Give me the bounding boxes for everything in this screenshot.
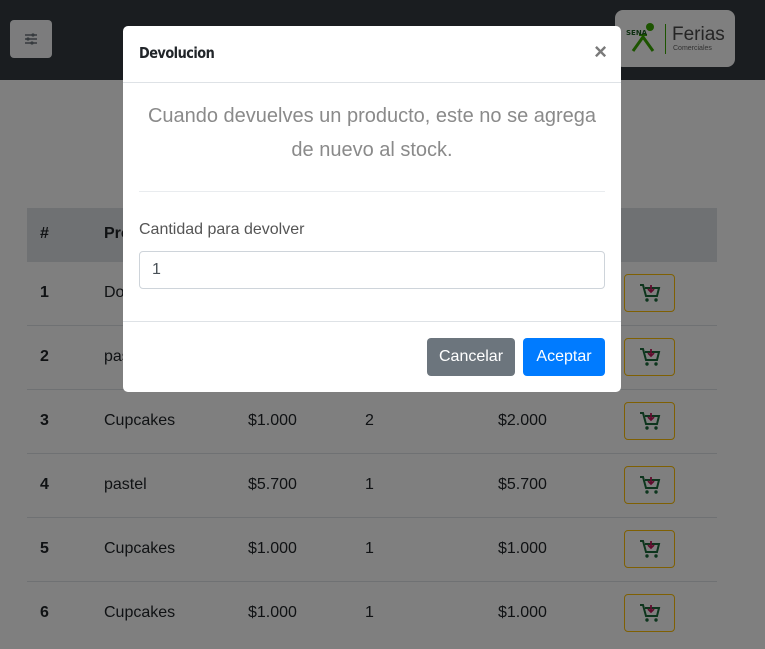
body-divider: [139, 191, 605, 192]
close-icon[interactable]: ×: [594, 41, 607, 63]
modal-header: Devolucion ×: [123, 26, 621, 83]
quantity-label: Cantidad para devolver: [139, 221, 305, 238]
quantity-input[interactable]: [139, 251, 605, 289]
accept-button[interactable]: Aceptar: [523, 338, 605, 376]
modal-footer: Cancelar Aceptar: [123, 321, 621, 392]
modal-body: Cuando devuelves un producto, este no se…: [123, 83, 621, 321]
return-modal: Devolucion × Cuando devuelves un product…: [123, 26, 621, 392]
cancel-button[interactable]: Cancelar: [427, 338, 515, 376]
modal-message: Cuando devuelves un producto, este no se…: [147, 105, 597, 161]
modal-title: Devolucion: [139, 44, 215, 62]
